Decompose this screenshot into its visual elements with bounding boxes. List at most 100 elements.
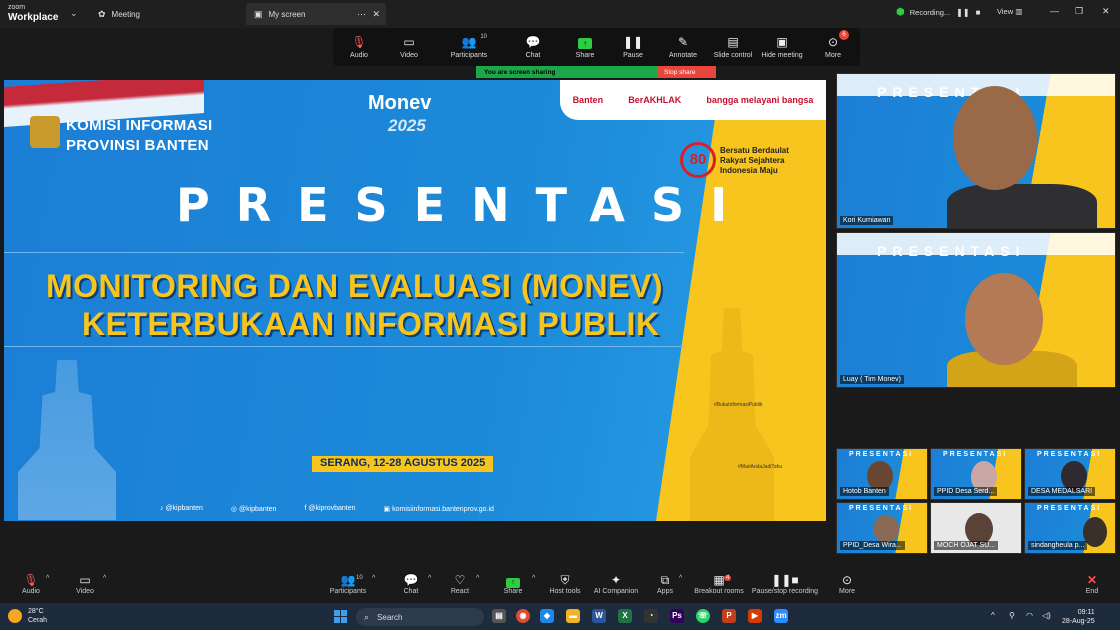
recording-label: Recording... [909,8,951,17]
chevron-down-icon[interactable]: ⌄ [70,8,78,19]
participant-video[interactable]: PRESENTASI Hotob Banten [836,448,928,500]
weather-widget[interactable]: 28°C Cerah [8,607,47,625]
chevron-up-icon[interactable]: ^ [428,575,431,582]
screen-icon: ▣ [254,8,263,19]
participants-button[interactable]: 👥 10 Participants [443,32,495,59]
powerpoint-icon[interactable]: P [722,609,736,623]
restore-icon[interactable]: ❐ [1075,6,1083,17]
end-button[interactable]: ✕ End [1064,572,1120,595]
view-button[interactable]: View ▥ [997,7,1022,16]
close-icon[interactable]: ✕ [372,9,380,20]
pause-recording-button[interactable]: ❚❚■ Pause/stop recording [750,572,820,595]
participants-count: 10 [480,34,487,40]
monev-logo: Monev [368,92,432,114]
more-label: More [825,52,841,59]
hide-meeting-button[interactable]: ▣ Hide meeting [755,32,809,59]
task-view-icon[interactable]: ▤ [492,609,506,623]
host-tools-button[interactable]: ⛨ Host tools [537,572,593,595]
zoom-icon[interactable]: zm [774,609,788,623]
breakout-label: Breakout rooms [694,588,744,595]
instagram-handle: ◎ @kipbanten [230,506,277,513]
audio-label: Audio [22,588,40,595]
recording-indicator: ⬢ Recording... ❚❚ ■ [896,7,980,18]
minimize-icon[interactable]: — [1050,6,1059,16]
react-button[interactable]: ♡ React [432,572,488,595]
slide-control-button[interactable]: ▤ Slide control [707,32,759,59]
chevron-up-icon[interactable]: ^ [679,575,682,582]
audio-button[interactable]: 🎙 Audio [3,572,59,595]
stop-share-button[interactable]: Stop share [658,66,716,78]
chevron-up-icon[interactable]: ^ [372,575,375,582]
photoshop-icon[interactable]: Ps [670,609,684,623]
start-button[interactable] [334,610,347,623]
participant-name: DESA MEDALSARI [1028,487,1096,496]
slide-heading-1: MONITORING DAN EVALUASI (MONEV) [46,268,663,304]
participant-name: MOCH OJAT SU... [934,541,999,550]
video-slide-text: PRESENTASI [849,451,914,458]
breakout-rooms-button[interactable]: ▦ 4 Breakout rooms [690,572,748,595]
search-icon: ⌕ [364,611,370,622]
chevron-up-icon[interactable]: ^ [103,575,106,582]
chevron-up-icon[interactable]: ^ [532,575,535,582]
chat-button[interactable]: 💬 Chat [507,32,559,59]
hashtag-1: #BukaInformasiPublik [714,402,763,408]
participant-video[interactable]: PRESENTASI Luay ( Tim Monev) [836,232,1116,388]
annotate-button[interactable]: ✎ Annotate [657,32,709,59]
wifi-icon[interactable]: ◠ [1026,611,1033,620]
apps-button[interactable]: ⧉ Apps [637,572,693,595]
chrome-icon[interactable]: ◉ [516,609,530,623]
volume-icon[interactable]: ◁) [1042,611,1051,620]
more-circle-icon: ⊙ [841,573,853,587]
excel-icon[interactable]: X [618,609,632,623]
event-date: SERANG, 12-28 AGUSTUS 2025 [312,456,494,472]
participant-video[interactable]: PRESENTASI Kori Kurniawan [836,73,1116,229]
participants-button[interactable]: 👥 10 Participants [320,572,376,595]
audio-button[interactable]: 🎙 Audio [333,32,385,59]
app-icon[interactable]: ▶ [748,609,762,623]
participant-video[interactable]: PRESENTASI PPID_Desa Wira... [836,502,928,554]
chevron-up-icon[interactable]: ^ [991,611,995,620]
stop-share-label: Stop share [664,68,696,76]
video-button[interactable]: ▭ Video [383,32,435,59]
participants-label: Participants [329,588,367,595]
share-button[interactable]: ↑ Share [559,32,611,59]
participant-video[interactable]: MOCH OJAT SU... [930,502,1022,554]
zoom-logo[interactable]: zoom Workplace [8,3,58,23]
participant-video[interactable]: PRESENTASI PPID Desa Serd... [930,448,1022,500]
participant-name: Kori Kurniawan [840,216,894,225]
stop-recording-icon[interactable]: ■ [976,8,981,17]
clock[interactable]: 09:11 28-Aug-25 [1062,608,1095,626]
speedometer-icon[interactable]: ◔ [644,609,658,623]
more-icon[interactable]: ⋯ [357,9,366,20]
slide-title: PRESENTASI [176,178,754,232]
shield-icon: ⛨ [560,573,570,587]
temperature: 28°C [28,608,44,615]
chevron-up-icon[interactable]: ^ [46,575,49,582]
network-icon[interactable]: ⚲ [1009,611,1015,620]
chat-label: Chat [403,588,419,595]
end-icon: ✕ [1086,573,1098,587]
taskbar-search[interactable]: ⌕ Search [356,608,484,626]
org-line-1: KOMISI INFORMASI [66,117,213,134]
tab-my-screen[interactable]: ▣ My screen ⋯ ✕ [246,3,386,25]
copilot-icon[interactable]: ◆ [540,609,554,623]
whatsapp-icon[interactable]: ☏ [696,609,710,623]
close-window-icon[interactable]: ✕ [1102,6,1110,17]
grid-icon: ▥ [1015,7,1023,16]
video-slide-text: PRESENTASI [849,505,914,512]
participants-icon: 👥 [340,573,356,587]
word-icon[interactable]: W [592,609,606,623]
participant-video[interactable]: PRESENTASI DESA MEDALSARI [1024,448,1116,500]
chevron-up-icon[interactable]: ^ [476,575,479,582]
participant-video[interactable]: PRESENTASI sindangheula p... [1024,502,1116,554]
pen-icon: ✎ [677,35,689,49]
pause-recording-icon[interactable]: ❚❚ [956,8,969,17]
tab-meeting[interactable]: ✿ Meeting [98,3,140,25]
mic-muted-icon: 🎙 [351,35,367,49]
file-explorer-icon[interactable]: ▬ [566,609,580,623]
sun-icon [8,609,22,623]
more-button[interactable]: ⊙ More [819,572,875,595]
more-button[interactable]: ⊙ 6 More [807,30,859,59]
pause-button[interactable]: ❚❚ Pause [607,32,659,59]
hide-meeting-label: Hide meeting [761,52,803,59]
